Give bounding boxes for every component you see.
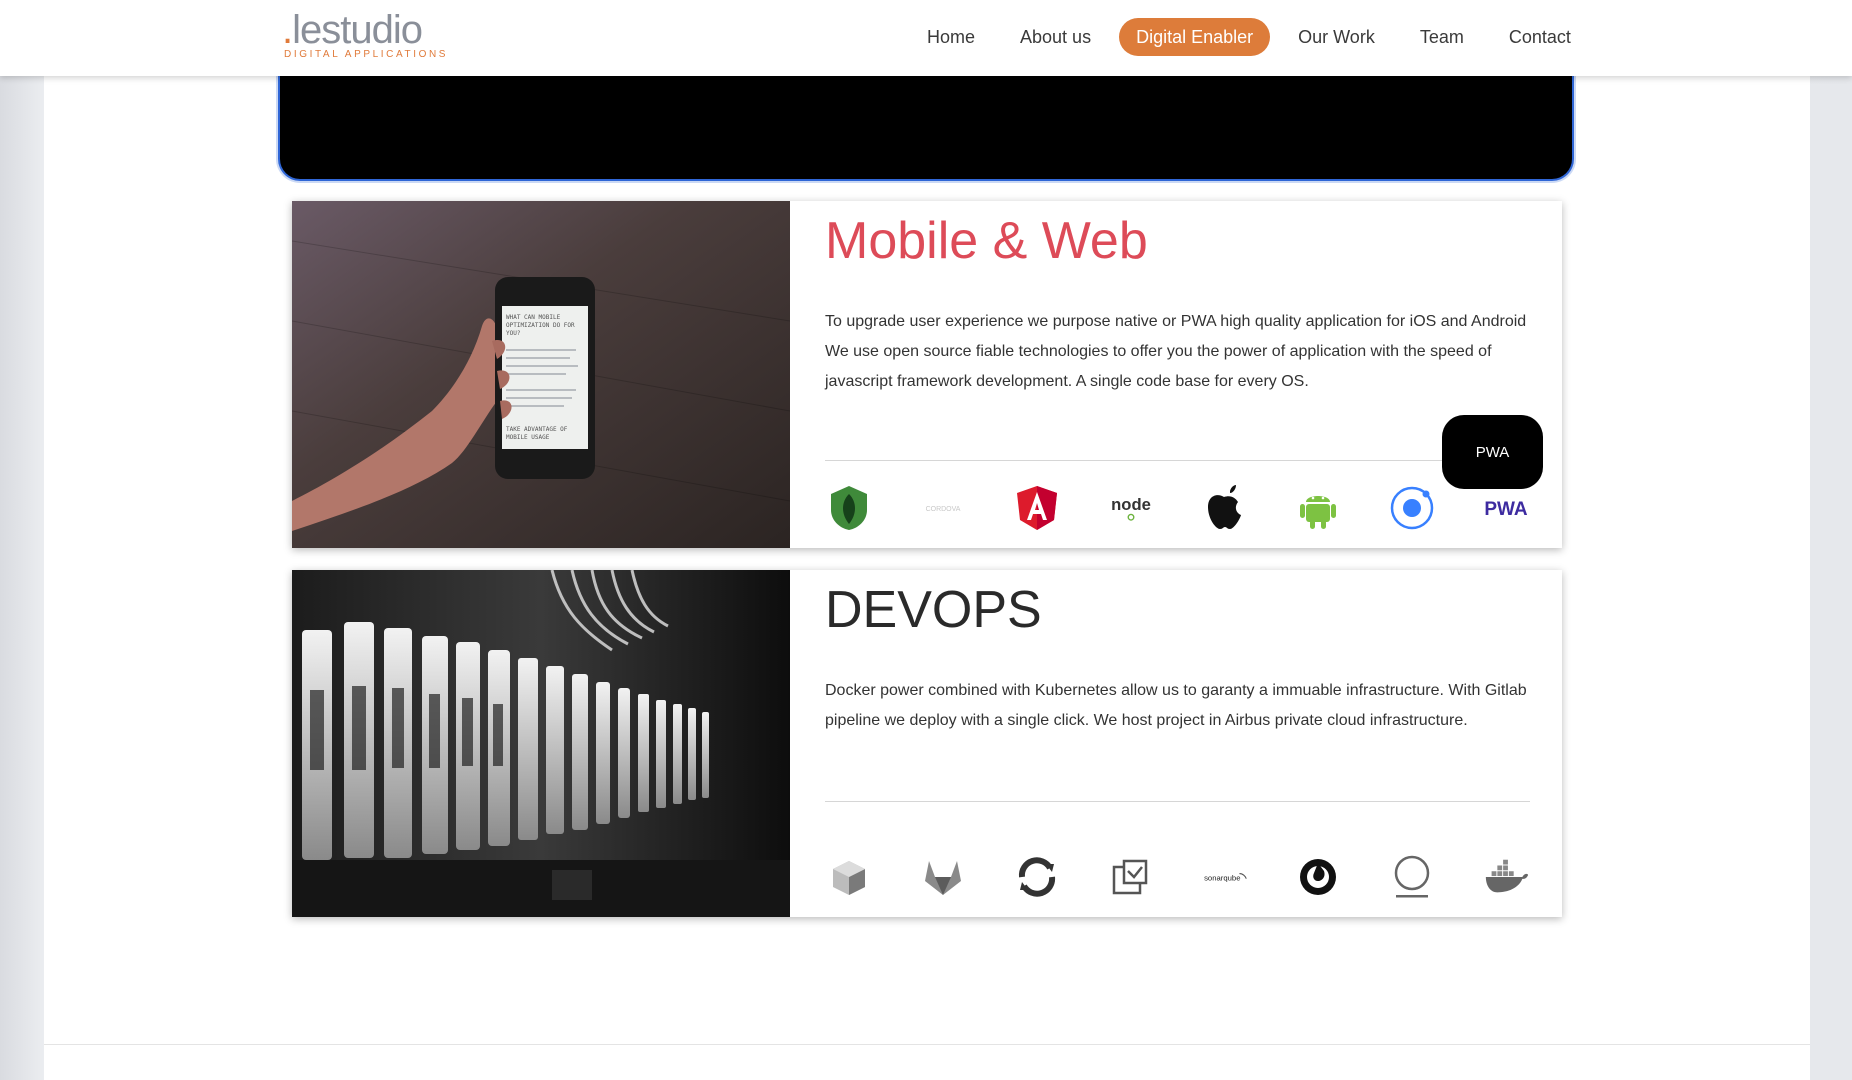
sonarqube-label: sonarqube <box>1204 873 1240 882</box>
cordova-label: CORDOVA <box>925 506 960 513</box>
phone-screen-text: MOBILE USAGE <box>506 434 550 441</box>
mongodb-icon[interactable] <box>825 484 873 532</box>
logo-tagline: DIGITAL APPLICATIONS <box>284 49 449 60</box>
logo-word: lestudio <box>292 8 423 52</box>
nodejs-label: node <box>1111 495 1151 514</box>
mattermost-icon[interactable] <box>1294 853 1342 901</box>
docker-icon[interactable] <box>1482 853 1530 901</box>
mobile-web-description: To upgrade user experience we purpose na… <box>825 313 1527 390</box>
cordova-icon[interactable]: CORDOVA <box>919 484 967 532</box>
nav-about-us[interactable]: About us <box>1003 18 1108 56</box>
android-icon[interactable] <box>1294 484 1342 532</box>
registry-icon[interactable] <box>1107 853 1155 901</box>
phone-screen-text: TAKE ADVANTAGE OF <box>506 426 568 433</box>
pwa-tooltip: PWA <box>1442 415 1543 489</box>
phone-screen-text: WHAT CAN MOBILE <box>506 314 561 321</box>
devops-card: DEVOPS Docker power combined with Kubern… <box>292 570 1562 917</box>
ionic-icon[interactable] <box>1388 484 1436 532</box>
phone-screen-text: YOU? <box>506 330 521 337</box>
hand-phone-image: WHAT CAN MOBILE OPTIMIZATION DO FOR YOU?… <box>292 201 790 548</box>
main-nav: Home About us Digital Enabler Our Work T… <box>910 18 1599 56</box>
nav-digital-enabler[interactable]: Digital Enabler <box>1119 18 1271 56</box>
site-header: .lestudio DIGITAL APPLICATIONS Home Abou… <box>0 0 1852 76</box>
nav-our-work[interactable]: Our Work <box>1281 18 1392 56</box>
angular-icon[interactable] <box>1013 484 1061 532</box>
footer-divider <box>44 1044 1810 1045</box>
nav-home[interactable]: Home <box>910 18 992 56</box>
mobile-web-card: WHAT CAN MOBILE OPTIMIZATION DO FOR YOU?… <box>292 201 1562 548</box>
apple-icon[interactable] <box>1200 484 1248 532</box>
gitlab-icon[interactable] <box>919 853 967 901</box>
pwa-icon[interactable]: PWA <box>1482 484 1530 532</box>
circle-icon[interactable] <box>1388 853 1436 901</box>
mobile-tech-logos: CORDOVA node PWA <box>825 484 1530 532</box>
devops-title: DEVOPS <box>825 581 1042 639</box>
devops-tech-logos: sonarqube <box>825 853 1530 901</box>
logo-dot: . <box>282 8 293 52</box>
devops-description: Docker power combined with Kubernetes al… <box>825 682 1527 729</box>
pwa-logo-label: PWA <box>1484 499 1528 520</box>
nodejs-icon[interactable]: node <box>1107 484 1155 532</box>
sonarqube-icon[interactable]: sonarqube <box>1200 853 1248 901</box>
logo-wordmark: .lestudio <box>282 10 448 50</box>
box-icon[interactable] <box>825 853 873 901</box>
devops-content: DEVOPS Docker power combined with Kubern… <box>825 570 1535 917</box>
server-rack-image <box>292 570 790 917</box>
nav-team[interactable]: Team <box>1403 18 1481 56</box>
openshift-icon[interactable] <box>1013 853 1061 901</box>
mobile-web-divider <box>825 460 1530 461</box>
phone-screen-text: OPTIMIZATION DO FOR <box>506 322 575 329</box>
mobile-web-title: Mobile & Web <box>825 212 1148 270</box>
mobile-web-content: Mobile & Web To upgrade user experience … <box>825 201 1535 548</box>
devops-divider <box>825 801 1530 802</box>
video-player[interactable] <box>278 60 1574 181</box>
nav-contact[interactable]: Contact <box>1492 18 1588 56</box>
site-logo[interactable]: .lestudio DIGITAL APPLICATIONS <box>282 10 448 60</box>
